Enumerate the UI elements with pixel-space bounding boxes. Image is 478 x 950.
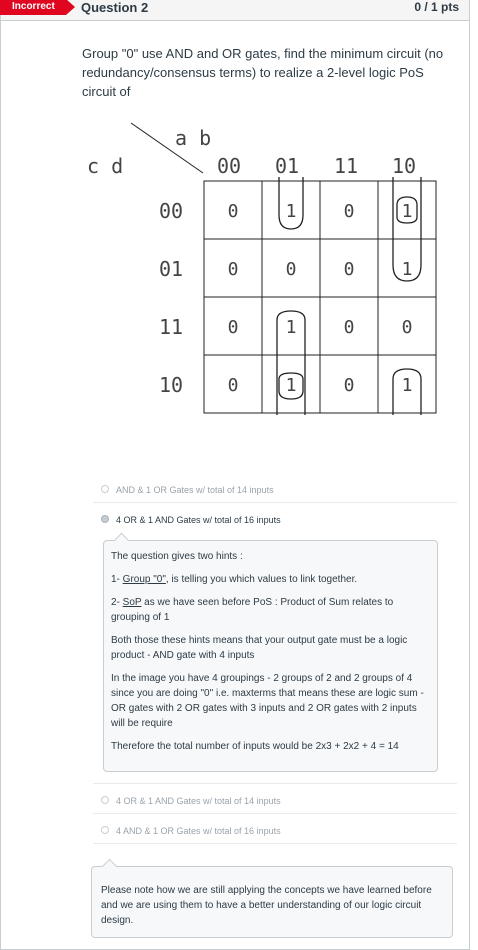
kmap-col-label: 11 xyxy=(334,154,358,178)
question-title: Question 2 xyxy=(81,0,149,15)
answer-list: 4 OR & 1 AND Gates w/ total of 14 inputs… xyxy=(93,783,457,844)
kmap-cell: 1 xyxy=(286,201,297,222)
radio-button[interactable] xyxy=(101,796,109,804)
kmap-col-vars: a b xyxy=(175,126,211,150)
kmap-cell: 1 xyxy=(402,375,413,396)
comment-underlined: SoP xyxy=(122,597,142,608)
comment-text: In the image you have 4 groupings - 2 gr… xyxy=(111,673,424,729)
question-text: Group "0" use AND and OR gates, find the… xyxy=(82,46,444,99)
kmap-row-label: 01 xyxy=(159,257,183,281)
answer-option[interactable]: 4 AND & 1 OR Gates w/ total of 16 inputs xyxy=(93,814,457,844)
kmap-cell: 1 xyxy=(402,259,413,280)
question-points: 0 / 1 pts xyxy=(414,0,459,14)
question-header: Incorrect Question 2 0 / 1 pts xyxy=(0,0,469,21)
kmap-row-label: 11 xyxy=(159,315,183,339)
answer-label: 4 AND & 1 OR Gates w/ total of 16 inputs xyxy=(116,826,281,836)
answer-label: AND & 1 OR Gates w/ total of 14 inputs xyxy=(116,485,274,495)
kmap-cell: 1 xyxy=(286,317,297,338)
kmap-col-label: 10 xyxy=(392,154,416,178)
kmap-cell: 1 xyxy=(402,201,413,222)
comment-underlined: Group "0" xyxy=(122,574,166,585)
kmap-cell: 0 xyxy=(228,201,239,222)
comment-text: 2- SoP as we have seen before PoS : Prod… xyxy=(111,597,394,623)
kmap-cell: 0 xyxy=(228,259,239,280)
kmap-row-label: 10 xyxy=(159,373,183,397)
answer-option[interactable]: AND & 1 OR Gates w/ total of 14 inputs xyxy=(93,473,457,503)
radio-button-selected[interactable] xyxy=(101,515,109,523)
kmap-cell: 0 xyxy=(344,259,355,280)
kmap-cell: 0 xyxy=(402,317,413,338)
radio-button[interactable] xyxy=(101,485,109,493)
answer-label: 4 OR & 1 AND Gates w/ total of 14 inputs xyxy=(116,796,281,806)
answer-list: AND & 1 OR Gates w/ total of 14 inputs 4… xyxy=(93,473,457,533)
kmap-cell: 0 xyxy=(344,375,355,396)
kmap-col-label: 01 xyxy=(275,154,299,178)
kmap-cell: 0 xyxy=(228,375,239,396)
answer-comment: The question gives two hints : 1- Group … xyxy=(103,540,438,772)
incorrect-status-badge: Incorrect xyxy=(0,0,75,15)
comment-text: 1- Group "0", is telling you which value… xyxy=(111,574,358,585)
answer-label: 4 OR & 1 AND Gates w/ total of 16 inputs xyxy=(116,515,281,525)
answer-option-selected[interactable]: 4 OR & 1 AND Gates w/ total of 16 inputs xyxy=(93,503,457,533)
kmap-row-vars: c d xyxy=(87,154,123,178)
radio-button[interactable] xyxy=(101,826,109,834)
kmap-cell: 0 xyxy=(228,317,239,338)
answer-option[interactable]: 4 OR & 1 AND Gates w/ total of 14 inputs xyxy=(93,783,457,814)
kmap-cell: 0 xyxy=(344,317,355,338)
general-comment: Please note how we are still applying th… xyxy=(91,866,453,938)
kmap-cell: 0 xyxy=(344,201,355,222)
comment-text: Both those these hints means that your o… xyxy=(111,635,408,661)
comment-text: The question gives two hints : xyxy=(111,551,243,562)
karnaugh-map: a b c d 00 01 11 10 00 01 11 10 0 1 0 1 … xyxy=(87,122,437,415)
question-card: Incorrect Question 2 0 / 1 pts Group "0"… xyxy=(0,0,470,950)
kmap-col-label: 00 xyxy=(217,154,241,178)
kmap-cell: 1 xyxy=(286,375,297,396)
comment-text: Therefore the total number of inputs wou… xyxy=(111,741,399,752)
kmap-cell: 0 xyxy=(286,259,297,280)
comment-text: Please note how we are still applying th… xyxy=(101,885,432,926)
kmap-row-label: 00 xyxy=(159,199,183,223)
